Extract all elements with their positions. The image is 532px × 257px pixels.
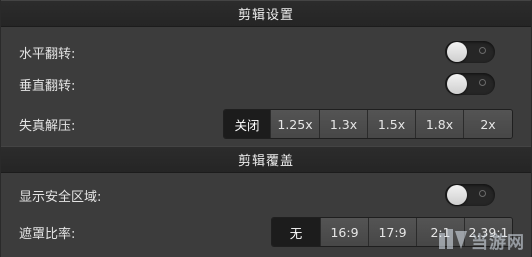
safe-area-label: 显示安全区域: bbox=[19, 189, 102, 205]
toggle-knob bbox=[447, 74, 467, 94]
clip-settings-title: 剪辑设置 bbox=[237, 8, 294, 23]
clip-settings-panel: 剪辑设置 水平翻转: 垂直翻转: 失真解压: 关闭 1.25x 1.3x 1.5… bbox=[0, 0, 532, 257]
safe-area-row: 显示安全区域: bbox=[1, 180, 531, 210]
toggle-knob bbox=[447, 42, 467, 62]
toggle-off-indicator-icon bbox=[479, 47, 486, 54]
distortion-option-1-8x[interactable]: 1.8x bbox=[415, 110, 463, 138]
toggle-off-indicator-icon bbox=[479, 79, 486, 86]
distortion-option-1-5x[interactable]: 1.5x bbox=[367, 110, 415, 138]
mask-ratio-option-17-9[interactable]: 17:9 bbox=[368, 218, 416, 246]
horizontal-flip-toggle[interactable] bbox=[445, 41, 495, 63]
mask-ratio-segmented-control: 无 16:9 17:9 2:1 2.39:1 bbox=[271, 217, 513, 247]
mask-ratio-option-none[interactable]: 无 bbox=[272, 218, 320, 246]
mask-ratio-option-16-9[interactable]: 16:9 bbox=[320, 218, 368, 246]
distortion-option-2x[interactable]: 2x bbox=[463, 110, 512, 138]
vertical-flip-label: 垂直翻转: bbox=[19, 78, 76, 94]
distortion-label: 失真解压: bbox=[19, 118, 76, 134]
distortion-option-1-3x[interactable]: 1.3x bbox=[319, 110, 367, 138]
toggle-off-indicator-icon bbox=[479, 190, 486, 197]
distortion-segmented-control: 关闭 1.25x 1.3x 1.5x 1.8x 2x bbox=[223, 109, 513, 139]
toggle-knob bbox=[447, 185, 467, 205]
mask-ratio-option-2-1[interactable]: 2:1 bbox=[416, 218, 464, 246]
clip-overlay-title: 剪辑覆盖 bbox=[237, 154, 294, 169]
vertical-flip-toggle[interactable] bbox=[445, 73, 495, 95]
distortion-option-1-25x[interactable]: 1.25x bbox=[270, 110, 319, 138]
mask-ratio-option-2-39-1[interactable]: 2.39:1 bbox=[464, 218, 512, 246]
safe-area-toggle[interactable] bbox=[445, 184, 495, 206]
mask-ratio-label: 遮罩比率: bbox=[19, 226, 76, 242]
distortion-option-off[interactable]: 关闭 bbox=[224, 110, 270, 138]
vertical-flip-row: 垂直翻转: bbox=[1, 69, 531, 99]
clip-overlay-header: 剪辑覆盖 bbox=[1, 146, 531, 173]
horizontal-flip-label: 水平翻转: bbox=[19, 46, 76, 62]
clip-settings-header: 剪辑设置 bbox=[1, 0, 531, 27]
horizontal-flip-row: 水平翻转: bbox=[1, 37, 531, 67]
